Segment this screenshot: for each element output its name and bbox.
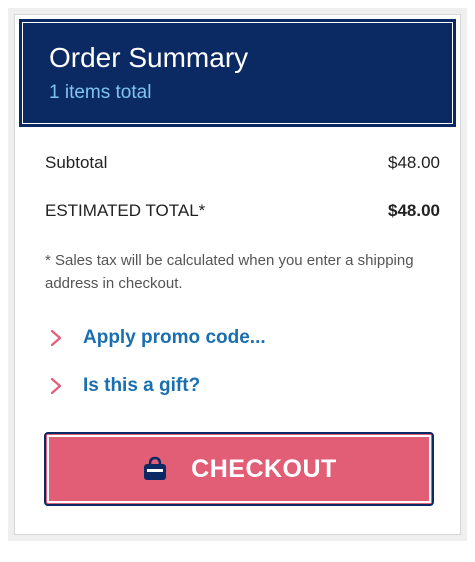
items-count: 1 items total — [49, 82, 152, 103]
checkout-button[interactable]: CHECKOUT — [44, 432, 434, 506]
apply-promo-label[interactable]: Apply promo code... — [83, 327, 266, 349]
checkout-label[interactable]: CHECKOUT — [191, 455, 337, 484]
gift-option-label[interactable]: Is this a gift? — [83, 375, 200, 397]
subtotal-value: $48.00 — [388, 153, 440, 172]
chevron-right-icon — [50, 329, 62, 347]
chevron-right-icon — [50, 377, 62, 395]
bag-icon — [144, 456, 167, 480]
estimated-total-value: $48.00 — [388, 201, 440, 220]
apply-promo-link[interactable]: Apply promo code... — [45, 327, 266, 349]
estimated-total-row: ESTIMATED TOTAL* $48.00 — [45, 201, 440, 221]
subtotal-row: Subtotal $48.00 — [45, 153, 440, 173]
page-title: Order Summary — [49, 42, 249, 73]
subtotal-label: Subtotal — [45, 153, 108, 172]
gift-option-link[interactable]: Is this a gift? — [45, 375, 200, 397]
order-summary-card: Order Summary 1 items total Subtotal $48… — [14, 14, 461, 535]
estimated-total-label: ESTIMATED TOTAL* — [45, 201, 206, 220]
order-summary-panel: Order Summary 1 items total Subtotal $48… — [8, 8, 467, 541]
tax-note: * Sales tax will be calculated when you … — [45, 252, 414, 292]
order-summary-header: Order Summary 1 items total — [19, 19, 456, 127]
